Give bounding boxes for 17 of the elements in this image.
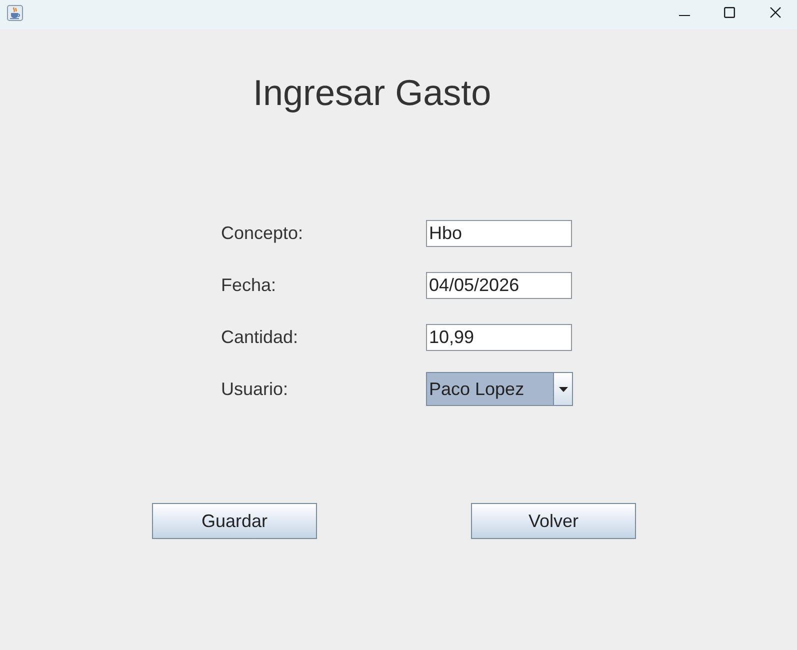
close-icon[interactable]	[770, 6, 781, 18]
field-label: Cantidad:	[221, 326, 298, 348]
dropdown-arrow-button[interactable]	[553, 373, 572, 405]
text-field[interactable]: Hbo	[426, 220, 572, 246]
minimize-icon[interactable]	[679, 14, 690, 16]
field-label: Fecha:	[221, 274, 276, 296]
save-button[interactable]: Guardar	[152, 503, 317, 539]
maximize-icon[interactable]	[724, 6, 735, 18]
back-button[interactable]: Volver	[471, 503, 636, 539]
coffee-cup-icon	[7, 4, 23, 20]
field-label: Usuario:	[221, 378, 288, 400]
field-label: Concepto:	[221, 222, 304, 244]
dropdown-field[interactable]: Paco Lopez	[426, 372, 573, 406]
caret-icon	[558, 386, 568, 392]
form-heading: Ingresar Gasto	[253, 75, 492, 111]
text-field[interactable]: 04/05/2026	[426, 272, 572, 298]
text-field[interactable]: 10,99	[426, 324, 572, 350]
